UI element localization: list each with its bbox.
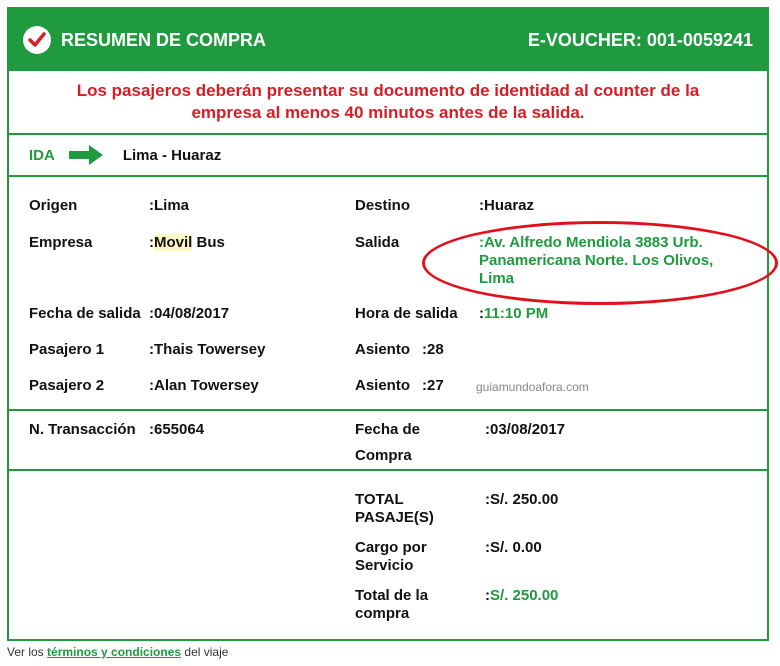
departure-date-label: Fecha de salida [29, 305, 141, 322]
grand-total-amount: S/. 250.00 [490, 587, 559, 604]
trip-details: Origen :Lima Destino :Huaraz Empresa :Mo… [9, 177, 778, 411]
purchase-date-label-line-1: Fecha de [355, 421, 421, 438]
seat-2-label: Asiento [355, 377, 411, 394]
company-label: Empresa [29, 234, 93, 251]
service-charge-value: :S/. 0.00 [485, 539, 542, 556]
company-value: :Movil Bus [149, 234, 225, 251]
ticket-total-value: :S/. 250.00 [485, 491, 559, 508]
transaction-label: N. Transacción [29, 421, 136, 438]
terms-footer: Ver los términos y condiciones del viaje [7, 645, 228, 659]
company-highlight: Movil [154, 234, 193, 251]
purchase-date-label-line-2: Compra [355, 447, 412, 464]
ticket-total-label-line-1: TOTAL [355, 491, 404, 508]
terms-suffix: del viaje [181, 645, 229, 659]
departure-time: 11:10 PM [484, 305, 549, 322]
arrow-right-icon [68, 145, 105, 165]
summary-header: RESUMEN DE COMPRA E-VOUCHER: 001-0059241 [9, 9, 767, 71]
ticket-total-label-line-2: PASAJE(S) [355, 509, 434, 526]
notice-line-2: empresa al menos 40 minutos antes de la … [191, 103, 585, 122]
route-text: Lima - Huaraz [122, 146, 222, 164]
purchase-date-label: Fecha de Compra [355, 421, 420, 465]
passenger-2-value: :Alan Towersey [149, 377, 259, 394]
seat-2-value: :27 [422, 377, 444, 394]
purchase-date-value: :03/08/2017 [485, 421, 566, 438]
destination-label: Destino [355, 197, 411, 214]
summary-title: RESUMEN DE COMPRA [61, 29, 267, 50]
grand-total-label-line-2: compra [355, 605, 410, 622]
seat-1-label: Asiento [355, 341, 411, 358]
service-charge-label-line-2: Servicio [355, 557, 414, 574]
purchase-summary-card: RESUMEN DE COMPRA E-VOUCHER: 001-0059241… [7, 7, 778, 643]
passenger-2-label: Pasajero 2 [29, 377, 105, 394]
grand-total-value: :S/. 250.00 [485, 587, 558, 604]
header-left: RESUMEN DE COMPRA [23, 26, 266, 54]
service-charge-label-line-1: Cargo por [355, 539, 427, 556]
notice-line-1: Los pasajeros deberán presentar su docum… [76, 81, 700, 100]
origin-value: :Lima [149, 197, 190, 214]
voucher-number: E-VOUCHER: 001-0059241 [527, 29, 753, 50]
terms-link[interactable]: términos y condiciones [47, 645, 181, 659]
trip-type-label: IDA [29, 146, 55, 164]
route-row: IDA Lima - Huaraz [9, 135, 767, 177]
check-icon [23, 26, 51, 54]
departure-time-value: :11:10 PM [479, 305, 548, 322]
service-charge-label: Cargo por Servicio [355, 539, 427, 575]
transaction-value: :655064 [149, 421, 205, 438]
passenger-1-value: :Thais Towersey [149, 341, 266, 358]
id-notice: Los pasajeros deberán presentar su docum… [9, 71, 767, 135]
totals-section: TOTAL PASAJE(S) :S/. 250.00 Cargo por Se… [9, 471, 767, 643]
departure-label: Salida [355, 234, 400, 251]
highlight-ellipse [422, 221, 778, 305]
departure-date-value: :04/08/2017 [149, 305, 230, 322]
departure-time-label: Hora de salida [355, 305, 458, 322]
passenger-1-label: Pasajero 1 [29, 341, 105, 358]
destination-value: :Huaraz [479, 197, 535, 214]
company-rest: Bus [192, 234, 225, 251]
origin-label: Origen [29, 197, 78, 214]
watermark: guiamundoafora.com [476, 380, 589, 394]
grand-total-label: Total de la compra [355, 587, 428, 623]
ticket-total-label: TOTAL PASAJE(S) [355, 491, 434, 527]
terms-prefix: Ver los [7, 645, 48, 659]
seat-1-value: :28 [422, 341, 444, 358]
transaction-section: N. Transacción :655064 Fecha de Compra :… [9, 411, 767, 471]
check-mark-svg [28, 32, 46, 47]
grand-total-label-line-1: Total de la [355, 587, 429, 604]
